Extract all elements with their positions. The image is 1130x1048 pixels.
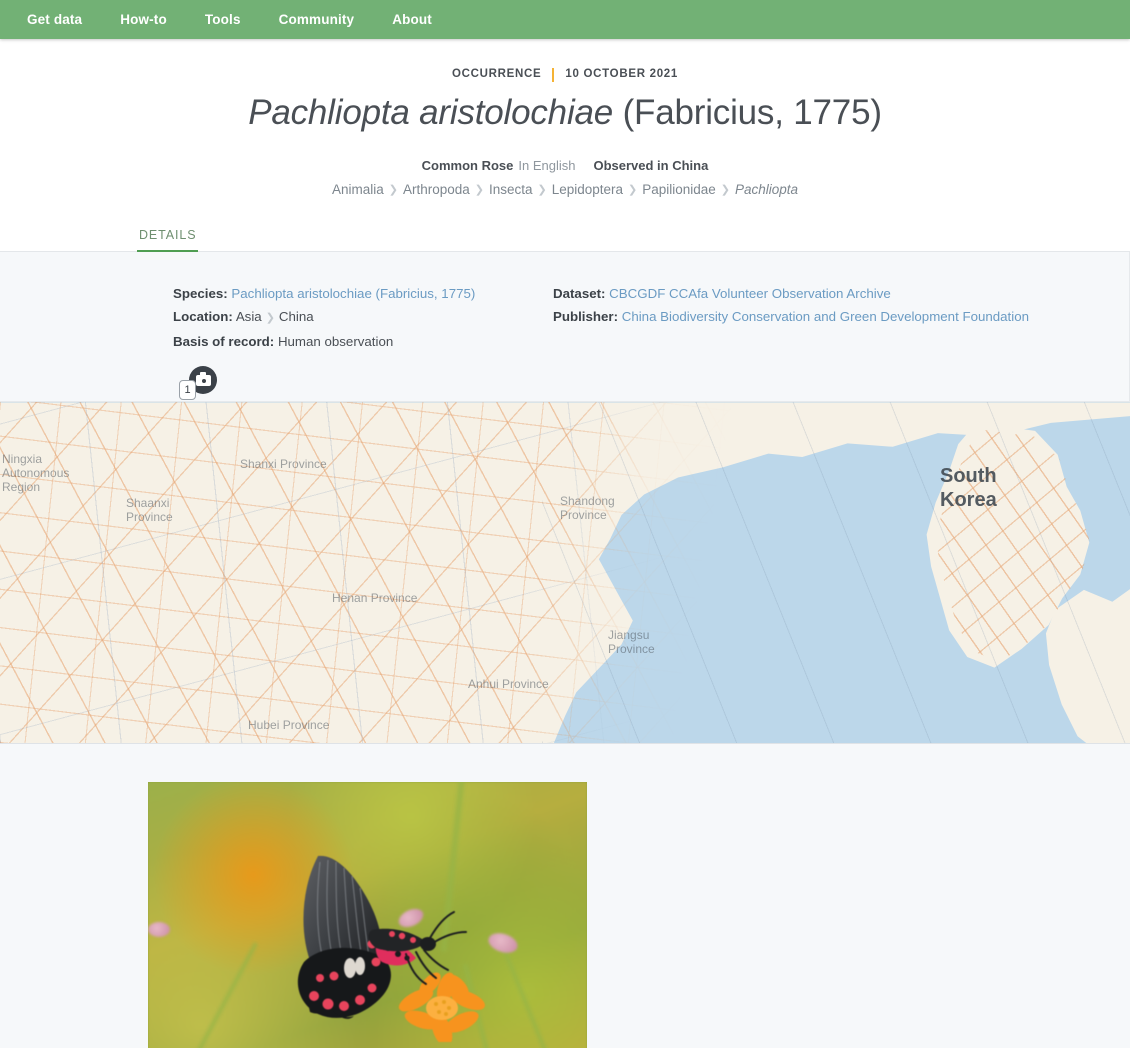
top-navigation-bar: Get data How-to Tools Community About: [0, 0, 1130, 39]
breadcrumb-order[interactable]: Lepidoptera: [552, 182, 623, 197]
occurrence-map[interactable]: Ningxia Autonomous Region Shaanxi Provin…: [0, 402, 1130, 745]
nav-item-tools[interactable]: Tools: [205, 12, 241, 27]
detail-row-basis-of-record: Basis of record: Human observation: [173, 330, 553, 353]
detail-row-publisher: Publisher: China Biodiversity Conservati…: [553, 305, 1129, 328]
location-label: Location:: [173, 309, 233, 325]
detail-row-location: Location: Asia ❯ China: [173, 305, 553, 330]
title-authorship: (Fabricius, 1775): [613, 93, 882, 132]
detail-row-species: Species: Pachliopta aristolochiae (Fabri…: [173, 282, 553, 305]
nav-item-about[interactable]: About: [392, 12, 432, 27]
tab-details[interactable]: DETAILS: [137, 219, 199, 253]
occurrence-photo[interactable]: [148, 782, 587, 1048]
vernacular-line: Common Rose In English Observed in China: [0, 157, 1130, 174]
nav-item-how-to[interactable]: How-to: [120, 12, 167, 27]
basis-of-record-value: Human observation: [277, 334, 394, 350]
breadcrumb-kingdom[interactable]: Animalia: [332, 182, 384, 197]
dataset-label: Dataset:: [553, 286, 606, 302]
location-separator-icon: ❯: [265, 312, 275, 325]
media-section: [0, 744, 1130, 1048]
dataset-link[interactable]: CBCGDF CCAfa Volunteer Observation Archi…: [609, 286, 891, 301]
basis-of-record-label: Basis of record:: [173, 334, 275, 350]
title-scientific-name: Pachliopta aristolochiae: [248, 93, 614, 132]
nav-item-community[interactable]: Community: [279, 12, 355, 27]
details-column-left: Species: Pachliopta aristolochiae (Fabri…: [173, 282, 553, 401]
breadcrumb-genus[interactable]: Pachliopta: [735, 182, 798, 197]
kicker-divider: [552, 68, 555, 82]
page-title: Pachliopta aristolochiae (Fabricius, 177…: [0, 92, 1130, 134]
record-date: 10 OCTOBER 2021: [565, 68, 678, 80]
vernacular-language: In English: [518, 158, 576, 174]
tab-bar: DETAILS: [0, 218, 1130, 253]
breadcrumb-separator-icon: ❯: [537, 184, 547, 197]
breadcrumb-phylum[interactable]: Arthropoda: [403, 182, 470, 197]
breadcrumb-separator-icon: ❯: [628, 184, 638, 197]
taxonomic-breadcrumb: Animalia ❯ Arthropoda ❯ Insecta ❯ Lepidoptera ❯…: [0, 181, 1130, 200]
details-panel: Species: Pachliopta aristolochiae (Fabri…: [0, 252, 1130, 403]
nav-item-get-data[interactable]: Get data: [27, 12, 82, 27]
location-country[interactable]: China: [279, 309, 314, 324]
occurrence-header: OCCURRENCE 10 OCTOBER 2021 Pachliopta ar…: [0, 39, 1130, 253]
butterfly-subject: [297, 856, 467, 1020]
media-count-badge[interactable]: 1: [179, 366, 217, 401]
map-rivers: [0, 402, 1130, 744]
breadcrumb-separator-icon: ❯: [720, 184, 731, 197]
species-label: Species:: [173, 286, 228, 302]
location-continent[interactable]: Asia: [236, 309, 262, 324]
species-link[interactable]: Pachliopta aristolochiae (Fabricius, 177…: [231, 286, 475, 301]
record-type-label: OCCURRENCE: [452, 68, 542, 80]
publisher-link[interactable]: China Biodiversity Conservation and Gree…: [622, 309, 1029, 324]
breadcrumb-separator-icon: ❯: [388, 184, 398, 197]
media-count-value: 1: [179, 380, 196, 401]
breadcrumb-separator-icon: ❯: [474, 184, 484, 197]
breadcrumb-family[interactable]: Papilionidae: [642, 182, 716, 197]
record-kicker: OCCURRENCE 10 OCTOBER 2021: [0, 67, 1130, 82]
breadcrumb-class[interactable]: Insecta: [489, 182, 533, 197]
detail-row-dataset: Dataset: CBCGDF CCAfa Volunteer Observat…: [553, 282, 1129, 305]
publisher-label: Publisher:: [553, 309, 619, 325]
details-column-right: Dataset: CBCGDF CCAfa Volunteer Observat…: [553, 282, 1129, 400]
observed-in-label: Observed in China: [593, 158, 709, 174]
vernacular-name: Common Rose: [421, 158, 514, 174]
